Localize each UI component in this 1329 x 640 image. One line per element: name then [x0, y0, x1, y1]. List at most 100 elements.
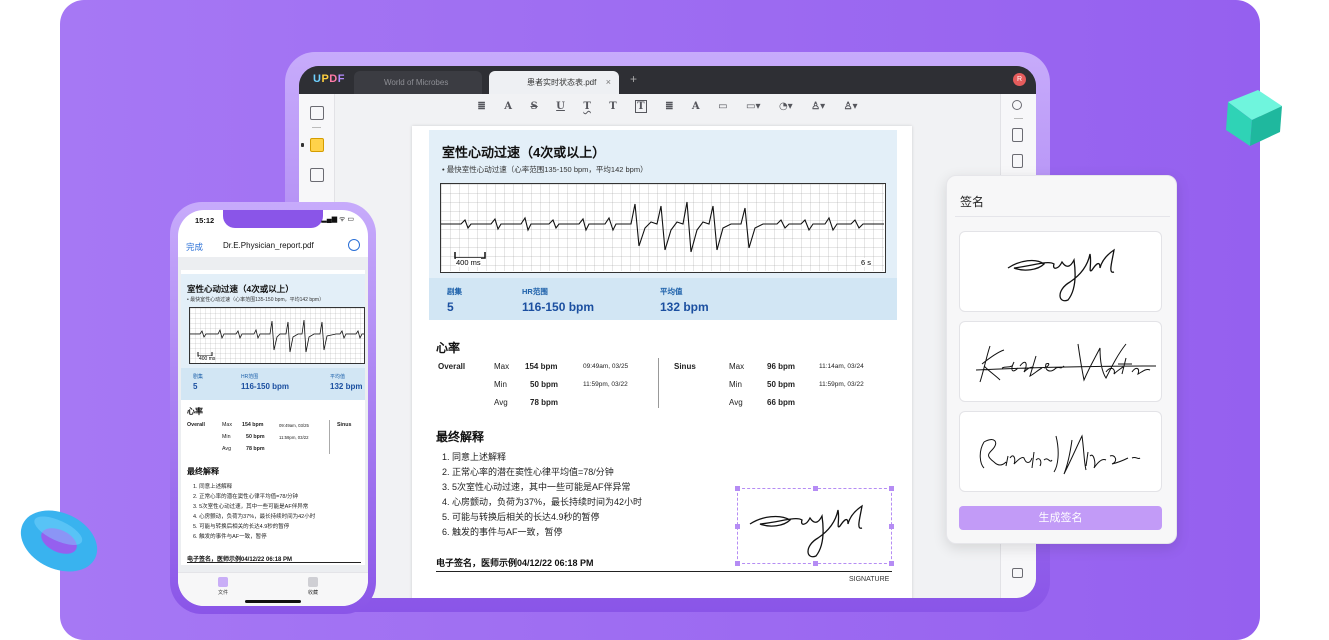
- files-icon[interactable]: [218, 577, 228, 587]
- list-item: 2. 正常心率的潜在窦性心律平均值=78/分钟: [442, 467, 614, 477]
- app-body: ≣ A S U T T T ≣ A ▭ ▭▾ ◔▾ ♙▾ ♙▾ 室性心动过速（4…: [299, 94, 1036, 598]
- stamp-icon[interactable]: ♙▾: [811, 101, 825, 112]
- section-subtitle: • 最快室性心动过速（心率范围135-150 bpm，平均142 bpm）: [187, 297, 325, 303]
- ocr-icon[interactable]: [1012, 128, 1023, 142]
- squiggly-icon[interactable]: T: [583, 101, 590, 112]
- row-value: 50 bpm: [530, 380, 559, 389]
- stat-label: 剧集: [193, 374, 204, 380]
- list-item: 5. 可能与转换后相关的长达4.9秒的暂停: [442, 512, 600, 522]
- comment-icon[interactable]: [310, 138, 324, 152]
- phone-device: 15:12 ▂▄▆ ᯤ ▭ 完成 Dr.E.Physician_report.p…: [170, 202, 376, 614]
- signature-footer: 电子签名，医师示例04/12/22 06:18 PM: [436, 558, 594, 568]
- convert-icon[interactable]: [1012, 154, 1023, 168]
- section-subtitle: • 最快室性心动过速（心率范围135-150 bpm，平均142 bpm）: [442, 165, 648, 174]
- note-icon[interactable]: ≣: [477, 101, 485, 112]
- list-item: 1. 同意上述解释: [442, 452, 507, 462]
- reader-icon[interactable]: [310, 106, 324, 120]
- updf-window: UPDF World of Microbes 患者实时状态表.pdf × + R…: [299, 66, 1036, 598]
- divider: [955, 216, 1170, 217]
- row-key: Min: [494, 380, 507, 389]
- row-key: Max: [729, 362, 745, 371]
- row-time: 11:59pm, 03/22: [279, 435, 309, 440]
- list-item: 3. 5次室性心动过速，其中一些可能是AF伴异常: [442, 482, 631, 492]
- sinus-label: Sinus: [674, 362, 696, 371]
- add-tab-button[interactable]: +: [630, 72, 637, 86]
- overall-label: Overall: [438, 362, 466, 371]
- final-interpretation-heading: 最终解释: [187, 467, 219, 476]
- placed-signature[interactable]: [735, 486, 894, 566]
- ecg-waveform: [441, 184, 884, 271]
- stat-label: 平均值: [660, 287, 683, 296]
- phone-notch: [223, 210, 323, 228]
- signature-card-2[interactable]: [959, 321, 1162, 402]
- tab-files[interactable]: 文件: [208, 589, 238, 596]
- comment-list-icon[interactable]: [1012, 568, 1023, 578]
- strikethrough-icon[interactable]: S: [530, 101, 537, 112]
- row-value: 50 bpm: [767, 380, 796, 389]
- shape-icon[interactable]: ▭▾: [746, 101, 760, 112]
- avatar[interactable]: R: [1013, 73, 1026, 86]
- pdf-page: 室性心动过速（4次或以上） • 最快室性心动过速（心率范围135-150 bpm…: [412, 126, 912, 598]
- row-key: Max: [222, 422, 233, 428]
- active-indicator: [301, 143, 304, 147]
- eraser-icon[interactable]: ▭: [718, 101, 727, 112]
- sticky-note-icon[interactable]: ≣: [665, 101, 673, 112]
- section-title: 室性心动过速（4次或以上）: [442, 145, 606, 160]
- signature-panel: 签名 生成签名: [946, 175, 1177, 544]
- stat-value: 132 bpm: [660, 300, 709, 314]
- row-value: 154 bpm: [525, 362, 558, 371]
- ecg-waveform: [190, 308, 364, 363]
- divider: [658, 358, 659, 408]
- row-time: 11:14am, 03/24: [819, 363, 864, 370]
- signature-label: SIGNATURE: [849, 576, 890, 583]
- list-item: 3. 5次室性心动过速，其中一些可能是AF伴异常: [193, 504, 309, 510]
- list-item: 4. 心房颤动，负荷为37%，最长持续时间为42小时: [193, 514, 316, 520]
- ecg-strip: 400 ms: [189, 307, 365, 364]
- sticker-icon[interactable]: ◔▾: [779, 101, 793, 112]
- row-key: Avg: [222, 446, 232, 452]
- edit-icon[interactable]: [310, 168, 324, 182]
- text-icon[interactable]: T: [609, 101, 616, 112]
- ecg-strip: 400 ms 6 s: [440, 183, 886, 273]
- overall-label: Overall: [187, 422, 205, 428]
- underline-icon[interactable]: U: [556, 101, 565, 112]
- favorites-icon[interactable]: [308, 577, 318, 587]
- list-item: 4. 心房颤动，负荷为37%，最长持续时间为42小时: [442, 497, 643, 507]
- search-icon[interactable]: [1012, 100, 1022, 110]
- home-indicator: [245, 600, 301, 603]
- tab-patient-status[interactable]: 患者实时状态表.pdf ×: [489, 71, 619, 94]
- signature-line: [187, 562, 361, 563]
- list-item: 6. 触发的事件与AF一致，暂停: [442, 527, 563, 537]
- row-value: 66 bpm: [767, 398, 796, 407]
- sinus-label: Sinus: [337, 422, 352, 428]
- stats-bar: 剧集 5 HR范围 116-150 bpm 平均值 132 bpm: [181, 368, 365, 400]
- phone-screen: 15:12 ▂▄▆ ᯤ ▭ 完成 Dr.E.Physician_report.p…: [178, 210, 368, 606]
- done-button[interactable]: 完成: [186, 241, 203, 253]
- annotate-icon[interactable]: [348, 239, 360, 251]
- textbox-icon[interactable]: T: [635, 100, 647, 113]
- vt-section: 室性心动过速（4次或以上） • 最快室性心动过速（心率范围135-150 bpm…: [429, 130, 897, 320]
- list-item: 6. 触发的事件与AF一致，暂停: [193, 534, 267, 540]
- signature-card-3[interactable]: [959, 411, 1162, 492]
- signature-drawing: [1007, 248, 1115, 302]
- tab-label: World of Microbes: [384, 78, 449, 87]
- tab-world-of-microbes[interactable]: World of Microbes: [354, 71, 482, 94]
- stat-value: 5: [447, 300, 454, 314]
- highlight-icon[interactable]: A: [504, 101, 512, 112]
- pencil-icon[interactable]: A: [692, 101, 700, 112]
- section-title: 室性心动过速（4次或以上）: [187, 284, 294, 294]
- annotation-toolbar: ≣ A S U T T T ≣ A ▭ ▭▾ ◔▾ ♙▾ ♙▾: [335, 94, 1000, 120]
- status-icons: ▂▄▆ ᯤ ▭: [321, 216, 354, 223]
- row-value: 78 bpm: [530, 398, 559, 407]
- row-key: Min: [729, 380, 742, 389]
- close-tab-icon[interactable]: ×: [606, 71, 611, 94]
- generate-signature-button[interactable]: 生成签名: [959, 506, 1162, 530]
- signature-icon[interactable]: ♙▾: [844, 101, 858, 112]
- divider: [1014, 118, 1023, 119]
- signature-card-1[interactable]: [959, 231, 1162, 312]
- tab-favorites[interactable]: 收藏: [298, 589, 328, 596]
- stat-value: 116-150 bpm: [241, 382, 290, 391]
- panel-title: 签名: [960, 195, 985, 209]
- stats-bar: 剧集 5 HR范围 116-150 bpm 平均值 132 bpm: [429, 278, 897, 320]
- divider: [329, 420, 330, 454]
